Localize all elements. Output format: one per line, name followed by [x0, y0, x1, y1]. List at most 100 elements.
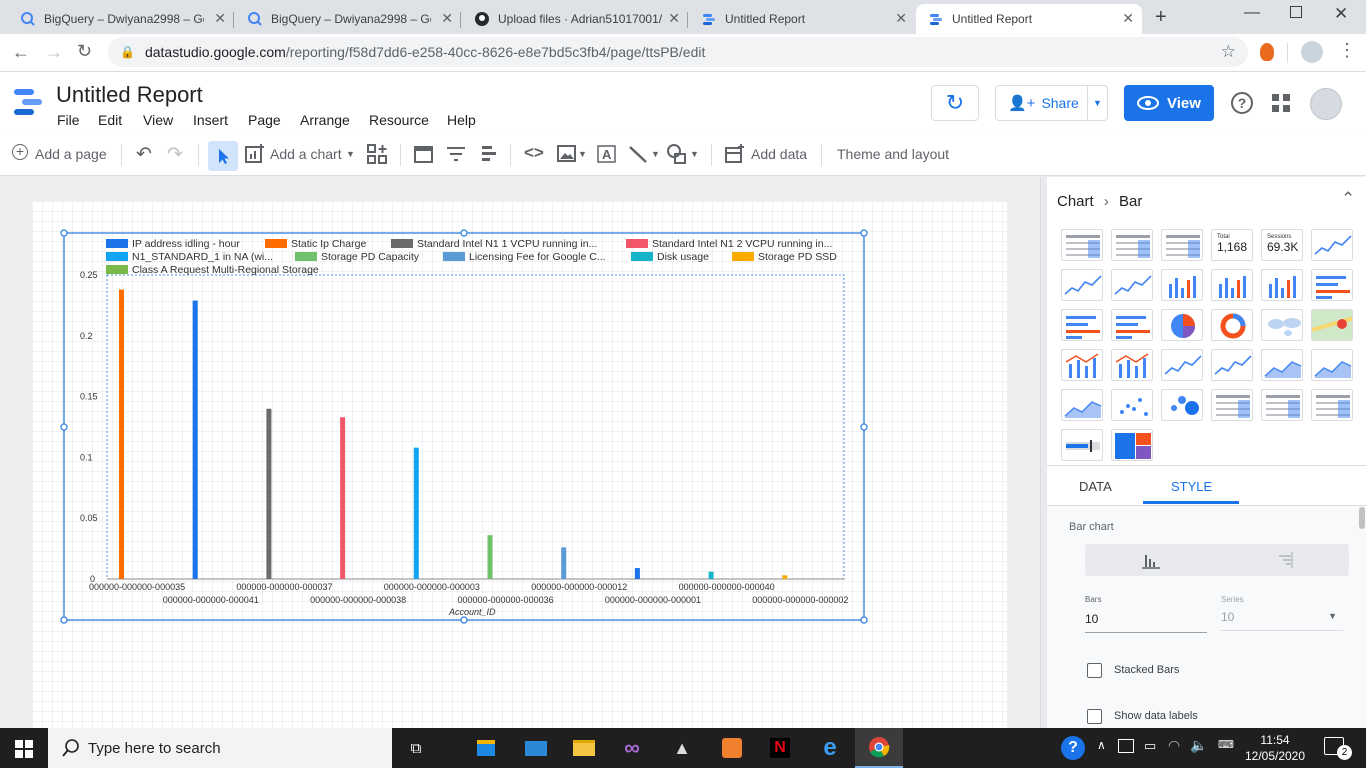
community-viz-icon[interactable]: [367, 144, 387, 164]
store-icon[interactable]: [462, 728, 510, 768]
stacked-bar-icon[interactable]: [1061, 309, 1103, 341]
data-control-icon[interactable]: [479, 144, 499, 164]
bar-chart[interactable]: 0.250.20.150.10.050IP address idling - h…: [32, 201, 1007, 631]
vertical-bars-option[interactable]: [1085, 544, 1217, 576]
address-bar[interactable]: 🔒 datastudio.google.com/reporting/f58d7d…: [108, 37, 1248, 67]
visual-studio-icon[interactable]: ∞: [608, 728, 656, 768]
undo-icon[interactable]: ↶: [136, 143, 152, 166]
report-page[interactable]: 0.25 0.2 0.15 0.1 0.05 0 IP address idling - h…: [32, 201, 1007, 741]
browser-tab[interactable]: Untitled Report ✕: [689, 4, 915, 34]
forward-icon[interactable]: →: [45, 42, 63, 63]
donut-chart-icon[interactable]: [1211, 309, 1253, 341]
add-data-button[interactable]: Add data: [751, 146, 807, 162]
show-data-labels-checkbox[interactable]: [1087, 709, 1102, 724]
tab-style[interactable]: STYLE: [1171, 479, 1212, 494]
language-icon[interactable]: ⌨: [1218, 738, 1234, 751]
menu-view[interactable]: View: [143, 112, 173, 128]
stacked-bars-checkbox[interactable]: [1087, 663, 1102, 678]
scatter-chart-icon[interactable]: [1111, 389, 1153, 421]
sparkline-icon[interactable]: [1061, 269, 1103, 301]
panel-scrollbar[interactable]: [1359, 507, 1365, 529]
close-tab-icon[interactable]: ✕: [668, 10, 680, 27]
new-tab-icon[interactable]: +: [1155, 6, 1167, 29]
shape-dropdown-icon[interactable]: ▼: [690, 149, 699, 159]
close-window-icon[interactable]: ✕: [1334, 4, 1348, 24]
pivot-table-icon[interactable]: [1211, 389, 1253, 421]
tab-data[interactable]: DATA: [1079, 479, 1112, 494]
maximize-icon[interactable]: [1290, 6, 1302, 18]
bookmark-star-icon[interactable]: ☆: [1221, 42, 1236, 62]
chrome-icon[interactable]: [855, 728, 903, 768]
close-tab-icon[interactable]: ✕: [441, 10, 453, 27]
add-page-icon[interactable]: +: [12, 144, 28, 160]
pie-chart-icon[interactable]: [1161, 309, 1203, 341]
scorecard-total-icon[interactable]: Total 1,168: [1211, 229, 1253, 261]
collapse-panel-icon[interactable]: ⌃: [1341, 189, 1355, 209]
line-tool-icon[interactable]: [628, 144, 648, 164]
browser-tab[interactable]: BigQuery – Dwiyana2998 – Go ✕: [235, 4, 461, 34]
clock-date[interactable]: 12/05/2020: [1240, 749, 1310, 763]
theme-layout-button[interactable]: Theme and layout: [837, 146, 949, 162]
scorecard-sessions-icon[interactable]: Sessions 69.3K: [1261, 229, 1303, 261]
clock-time[interactable]: 11:54: [1240, 733, 1310, 747]
close-tab-icon[interactable]: ✕: [1122, 10, 1134, 27]
extension-icon[interactable]: [1260, 43, 1274, 61]
menu-file[interactable]: File: [57, 112, 80, 128]
volume-icon[interactable]: 🔈: [1190, 737, 1207, 754]
redo-icon[interactable]: ↷: [167, 143, 183, 166]
bar-chart-icon[interactable]: [1311, 269, 1353, 301]
edge-icon[interactable]: e: [806, 728, 854, 768]
network-status-icon[interactable]: [1118, 739, 1134, 753]
show-hidden-icons-icon[interactable]: ∧: [1097, 738, 1106, 752]
add-page-button[interactable]: Add a page: [35, 146, 107, 162]
help-tray-icon[interactable]: ?: [1061, 736, 1085, 760]
bubble-chart-icon[interactable]: [1161, 389, 1203, 421]
inkscape-icon[interactable]: ▲: [658, 728, 706, 768]
column-chart-icon[interactable]: [1161, 269, 1203, 301]
google-maps-icon[interactable]: [1311, 309, 1353, 341]
date-range-icon[interactable]: [414, 144, 434, 164]
line-chart-icon[interactable]: [1161, 349, 1203, 381]
breadcrumb-chart[interactable]: Chart: [1057, 193, 1094, 210]
datastudio-logo-icon[interactable]: [14, 86, 44, 118]
view-button[interactable]: View: [1124, 85, 1214, 121]
help-icon[interactable]: ?: [1231, 92, 1253, 114]
add-chart-dropdown-icon[interactable]: ▼: [346, 149, 355, 159]
menu-resource[interactable]: Resource: [369, 112, 429, 128]
100pct-bar-icon[interactable]: [1111, 309, 1153, 341]
reload-icon[interactable]: ↻: [77, 41, 92, 62]
menu-help[interactable]: Help: [447, 112, 476, 128]
netflix-icon[interactable]: N: [756, 728, 804, 768]
menu-arrange[interactable]: Arrange: [300, 112, 350, 128]
pivot-heatmap-icon[interactable]: [1261, 389, 1303, 421]
time-series-icon[interactable]: [1311, 229, 1353, 261]
apps-grid-icon[interactable]: [1272, 94, 1290, 112]
back-icon[interactable]: ←: [12, 42, 30, 63]
wifi-icon[interactable]: ◠: [1168, 737, 1180, 754]
stacked-column-icon[interactable]: [1211, 269, 1253, 301]
close-tab-icon[interactable]: ✕: [895, 10, 907, 27]
file-explorer-icon[interactable]: [560, 728, 608, 768]
treemap-icon[interactable]: [1111, 429, 1153, 461]
embed-code-icon[interactable]: <>: [524, 143, 544, 163]
minimize-icon[interactable]: —: [1244, 4, 1260, 22]
stacked-area-icon[interactable]: [1311, 349, 1353, 381]
image-dropdown-icon[interactable]: ▼: [578, 149, 587, 159]
table-bars-icon[interactable]: [1161, 229, 1203, 261]
line-dropdown-icon[interactable]: ▼: [651, 149, 660, 159]
share-dropdown-icon[interactable]: ▼: [1087, 86, 1107, 120]
profile-avatar[interactable]: [1301, 41, 1323, 63]
menu-page[interactable]: Page: [248, 112, 281, 128]
shape-tool-icon[interactable]: [666, 143, 688, 165]
table-heatmap-icon[interactable]: [1111, 229, 1153, 261]
combo-chart-icon[interactable]: [1061, 349, 1103, 381]
browser-tab[interactable]: Upload files · Adrian51017001/ ✕: [462, 4, 688, 34]
browser-tab[interactable]: BigQuery – Dwiyana2998 – Go ✕: [8, 4, 234, 34]
select-tool-button[interactable]: [208, 141, 238, 171]
horizontal-bars-option[interactable]: [1217, 544, 1349, 576]
stacked-combo-icon[interactable]: [1111, 349, 1153, 381]
report-title[interactable]: Untitled Report: [56, 82, 203, 108]
user-avatar[interactable]: [1310, 88, 1342, 120]
add-chart-icon[interactable]: [245, 144, 265, 164]
windows-start-icon[interactable]: [15, 740, 33, 758]
